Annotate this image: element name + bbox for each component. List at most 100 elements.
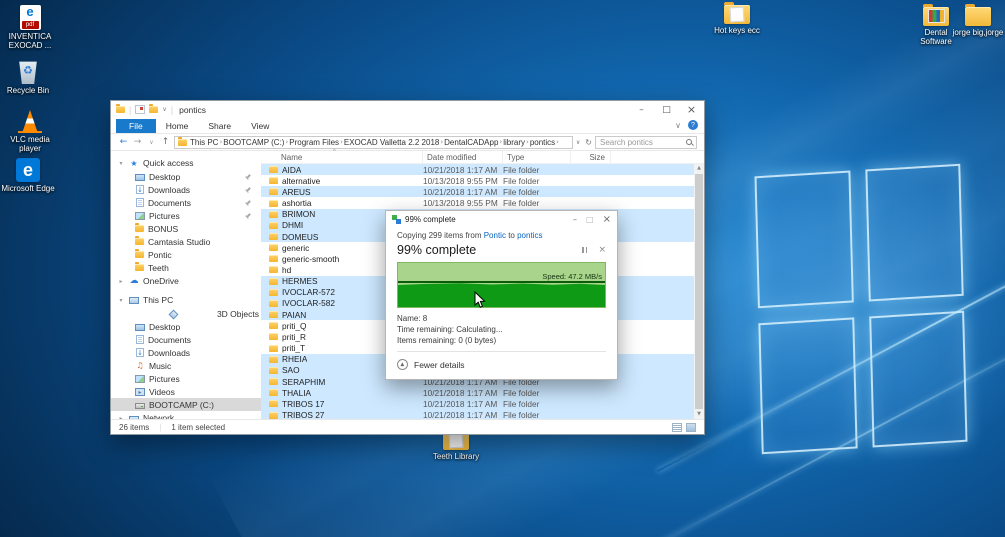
date-modified-cell: 10/21/2018 1:17 AM bbox=[423, 398, 498, 409]
sidebar-item-pontic[interactable]: Pontic bbox=[111, 248, 261, 261]
sidebar-item-pictures[interactable]: Pictures bbox=[111, 372, 261, 385]
folder-icon bbox=[269, 389, 278, 397]
quick-access-toolbar-icon[interactable] bbox=[135, 105, 146, 114]
sidebar-item-music[interactable]: ♫ Music bbox=[111, 359, 261, 372]
breadcrumb-segment[interactable]: Program Files bbox=[288, 138, 340, 147]
scrollbar-thumb[interactable] bbox=[695, 174, 703, 409]
sidebar-item-downloads[interactable]: Downloads bbox=[111, 183, 261, 196]
pin-icon bbox=[244, 185, 252, 193]
source-folder-link[interactable]: Pontic bbox=[484, 231, 506, 240]
table-row[interactable]: TRIBOS 17 10/21/2018 1:17 AM File folder bbox=[261, 398, 694, 410]
sidebar-item-3d-objects[interactable]: 3D Objects bbox=[111, 307, 261, 320]
destination-folder-link[interactable]: pontics bbox=[517, 231, 542, 240]
folder-icon bbox=[269, 255, 278, 263]
sidebar-item-label: Videos bbox=[149, 386, 175, 397]
desktop-icon-recycle-bin[interactable]: Recycle Bin bbox=[0, 58, 56, 95]
desktop-icon-microsoft-edge[interactable]: Microsoft Edge bbox=[0, 158, 56, 193]
sidebar-item-documents[interactable]: Documents bbox=[111, 196, 261, 209]
path-box[interactable]: This PC › BOOTCAMP (C:) › Program Files › EXOC… bbox=[174, 135, 573, 149]
folder-icon[interactable] bbox=[149, 104, 159, 113]
table-row[interactable]: AIDA 10/21/2018 1:17 AM File folder bbox=[261, 164, 694, 176]
table-row[interactable]: AREUS 10/21/2018 1:17 AM File folder bbox=[261, 186, 694, 198]
sidebar-item-bootcamp-c[interactable]: BOOTCAMP (C:) bbox=[111, 398, 261, 411]
file-name: TRIBOS 27 bbox=[282, 410, 325, 419]
sidebar-item-camtasia-studio[interactable]: Camtasia Studio bbox=[111, 235, 261, 248]
maximize-button[interactable] bbox=[654, 102, 679, 118]
sidebar-item-label: Downloads bbox=[148, 184, 191, 195]
sidebar-group-quick-access[interactable]: ▾ ★ Quick access bbox=[111, 156, 261, 170]
desktop[interactable]: INVENTICA EXOCAD ... Recycle Bin VLC med… bbox=[0, 0, 1005, 537]
desktop-icon-teeth-library[interactable]: Teeth Library bbox=[428, 428, 484, 461]
file-name: IVOCLAR-572 bbox=[282, 287, 336, 298]
search-icon bbox=[686, 139, 692, 145]
up-button[interactable] bbox=[160, 137, 171, 147]
breadcrumb-segment[interactable]: This PC bbox=[189, 138, 219, 147]
column-header-date-modified[interactable]: Date modified bbox=[423, 151, 503, 163]
titlebar[interactable]: | | pontics bbox=[111, 101, 704, 118]
expand-ribbon-icon[interactable] bbox=[675, 121, 681, 130]
sidebar-item-desktop[interactable]: Desktop bbox=[111, 170, 261, 183]
cancel-button[interactable] bbox=[598, 245, 606, 255]
table-row[interactable]: ashortia 10/13/2018 9:55 PM File folder bbox=[261, 197, 694, 208]
sidebar-item-desktop[interactable]: Desktop bbox=[111, 320, 261, 333]
tab-file[interactable]: File bbox=[116, 119, 156, 133]
large-icons-view-icon[interactable] bbox=[686, 422, 696, 432]
sidebar-item-pictures[interactable]: Pictures bbox=[111, 209, 261, 222]
file-name: priti_T bbox=[282, 343, 306, 354]
column-headers: Name Date modified Type Size bbox=[261, 149, 704, 164]
chevron-right-icon[interactable]: ▸ bbox=[117, 278, 125, 285]
table-row[interactable]: alternative 10/13/2018 9:55 PM File folder bbox=[261, 175, 694, 186]
column-header-size[interactable]: Size bbox=[571, 151, 611, 163]
table-row[interactable]: TRIBOS 27 10/21/2018 1:17 AM File folder bbox=[261, 409, 694, 419]
minimize-button[interactable] bbox=[629, 102, 654, 118]
dialog-titlebar[interactable]: 99% complete bbox=[386, 211, 617, 227]
dialog-close-button[interactable] bbox=[603, 214, 611, 225]
desktop-icon-inventica-exocad[interactable]: INVENTICA EXOCAD ... bbox=[2, 4, 58, 50]
address-dropdown-icon[interactable] bbox=[576, 139, 580, 146]
breadcrumb-segment[interactable]: library bbox=[502, 138, 526, 147]
vertical-scrollbar[interactable] bbox=[694, 164, 704, 419]
sidebar-item-bonus[interactable]: BONUS bbox=[111, 222, 261, 235]
breadcrumb: This PC › BOOTCAMP (C:) › Program Files › EXOC… bbox=[189, 138, 559, 147]
forward-button[interactable] bbox=[132, 137, 143, 147]
tab-view[interactable]: View bbox=[241, 119, 279, 133]
search-input[interactable]: Search pontics bbox=[595, 135, 697, 149]
fewer-details-button[interactable]: Fewer details bbox=[386, 352, 617, 379]
sidebar-item-videos[interactable]: Videos bbox=[111, 385, 261, 398]
chevron-down-icon[interactable] bbox=[162, 106, 166, 113]
sidebar-group-this-pc[interactable]: ▾ This PC bbox=[111, 293, 261, 307]
recent-locations-icon[interactable] bbox=[146, 139, 157, 146]
pin-icon bbox=[244, 198, 252, 206]
breadcrumb-segment[interactable]: DentalCADApp bbox=[443, 138, 499, 147]
breadcrumb-segment[interactable]: BOOTCAMP (C:) bbox=[222, 138, 285, 147]
sidebar-group-network[interactable]: ▸ Network bbox=[111, 411, 261, 419]
breadcrumb-segment[interactable]: EXOCAD Valletta 2.2 2018 bbox=[343, 138, 440, 147]
close-button[interactable] bbox=[679, 102, 704, 118]
pause-button[interactable] bbox=[582, 247, 587, 253]
speed-label: Speed: 47.2 MB/s bbox=[542, 272, 602, 282]
details-view-icon[interactable] bbox=[672, 422, 682, 432]
sidebar-group-onedrive[interactable]: ▸ ☁ OneDrive bbox=[111, 274, 261, 288]
sidebar-item-downloads[interactable]: Downloads bbox=[111, 346, 261, 359]
desktop-icon-vlc[interactable]: VLC media player bbox=[2, 110, 58, 153]
sidebar-item-teeth[interactable]: Teeth bbox=[111, 261, 261, 274]
desktop-icon-jorge[interactable]: jorge big,jorge bbox=[950, 4, 1005, 37]
scroll-down-icon[interactable] bbox=[697, 410, 701, 419]
chevron-down-icon[interactable]: ▾ bbox=[117, 160, 125, 167]
refresh-icon[interactable] bbox=[585, 138, 592, 147]
tab-home[interactable]: Home bbox=[156, 119, 199, 133]
date-modified-cell: 10/13/2018 9:55 PM bbox=[423, 175, 498, 186]
sidebar-item-documents[interactable]: Documents bbox=[111, 333, 261, 346]
chevron-down-icon[interactable]: ▾ bbox=[117, 297, 125, 304]
breadcrumb-segment[interactable]: pontics bbox=[529, 138, 556, 147]
desktop-icon-hot-keys[interactable]: Hot keys ecc bbox=[709, 2, 765, 35]
column-header-name[interactable]: Name bbox=[261, 149, 423, 163]
dialog-minimize-button[interactable] bbox=[573, 215, 577, 224]
back-button[interactable] bbox=[118, 137, 129, 147]
column-header-filler bbox=[611, 151, 694, 163]
column-header-type[interactable]: Type bbox=[503, 151, 571, 163]
help-icon[interactable] bbox=[688, 120, 698, 130]
scroll-up-icon[interactable] bbox=[697, 164, 701, 173]
table-row[interactable]: THALIA 10/21/2018 1:17 AM File folder bbox=[261, 387, 694, 399]
tab-share[interactable]: Share bbox=[198, 119, 241, 133]
